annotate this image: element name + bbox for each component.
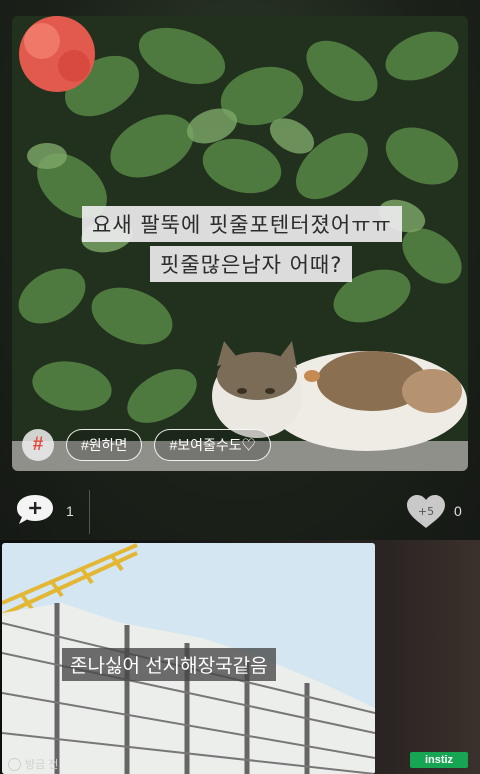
hashtag-icon[interactable]: # [22,429,54,461]
tag-pill-2[interactable]: #보여줄수도♡ [154,429,271,461]
post-photo-cat-leaves [12,16,468,471]
heart-icon[interactable]: +5 [405,494,447,530]
post-timestamp: 방금 전 [8,756,58,772]
post-card-2[interactable]: 존나싫어 선지해장국같음 [2,543,375,774]
caption-line-1: 요새 팔뚝에 핏줄포텐터졌어ㅠㅠ [82,206,402,242]
instiz-watermark: instiz [410,752,468,768]
like-count: 0 [454,503,462,519]
post-card[interactable]: 요새 팔뚝에 핏줄포텐터졌어ㅠㅠ 핏줄많은남자 어때? # #원하면 #보여줄수… [12,16,468,471]
hibiscus-flower [19,16,95,92]
comment-count: 1 [66,503,74,519]
comment-button[interactable] [15,493,55,527]
action-divider [89,490,90,534]
caption-line-2: 핏줄많은남자 어때? [150,246,353,282]
tag-pill-1[interactable]: #원하면 [66,429,143,461]
clock-icon [8,757,21,771]
heart-badge: +5 [418,505,434,518]
timestamp-text: 방금 전 [25,759,59,771]
caption-text: 존나싫어 선지해장국같음 [62,648,276,681]
tag-bar: # #원하면 #보여줄수도♡ [22,429,271,461]
